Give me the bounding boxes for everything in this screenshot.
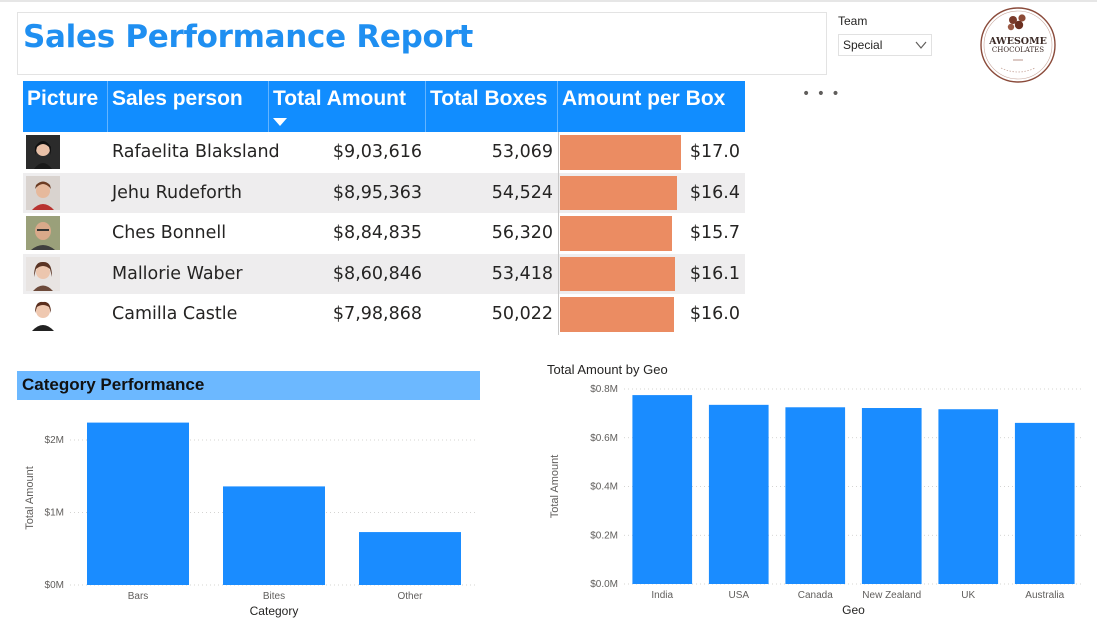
x-axis-title: Geo: [842, 603, 865, 617]
x-tick-label: Other: [397, 591, 423, 602]
bar-uk[interactable]: [938, 409, 999, 584]
charts-layer: $0M $1M $2M Bars Bites Other Category Total Amo…: [24, 384, 1083, 618]
bar-new-zealand[interactable]: [861, 408, 922, 584]
bar-australia[interactable]: [1014, 422, 1075, 584]
x-tick-label: Bars: [128, 591, 149, 602]
x-tick-label: Australia: [1025, 590, 1064, 601]
y-axis-title: Total Amount: [24, 466, 36, 530]
y-axis-title: Total Amount: [549, 455, 561, 519]
x-tick-label: Bites: [263, 591, 285, 602]
x-tick-label: India: [651, 590, 673, 601]
y-tick-label: $2M: [45, 435, 64, 446]
x-axis-title: Category: [250, 604, 299, 618]
report-page: Sales Performance Report Team Special AW…: [0, 0, 1097, 621]
x-tick-label: UK: [961, 590, 975, 601]
y-tick-label: $0.8M: [590, 384, 618, 395]
y-tick-label: $0.2M: [590, 530, 618, 541]
y-tick-label: $0.0M: [590, 579, 618, 590]
bar-bites[interactable]: [223, 486, 325, 585]
y-tick-label: $0M: [45, 580, 64, 591]
x-tick-label: Canada: [798, 590, 833, 601]
x-tick-label: USA: [728, 590, 749, 601]
y-tick-label: $0.6M: [590, 433, 618, 444]
bar-india[interactable]: [632, 395, 693, 584]
x-tick-label: New Zealand: [862, 590, 921, 601]
bar-other[interactable]: [359, 532, 461, 585]
y-tick-label: $1M: [45, 508, 64, 519]
bar-usa[interactable]: [708, 404, 769, 584]
bar-bars[interactable]: [87, 422, 189, 585]
y-tick-label: $0.4M: [590, 482, 618, 493]
bar-canada[interactable]: [785, 407, 846, 584]
